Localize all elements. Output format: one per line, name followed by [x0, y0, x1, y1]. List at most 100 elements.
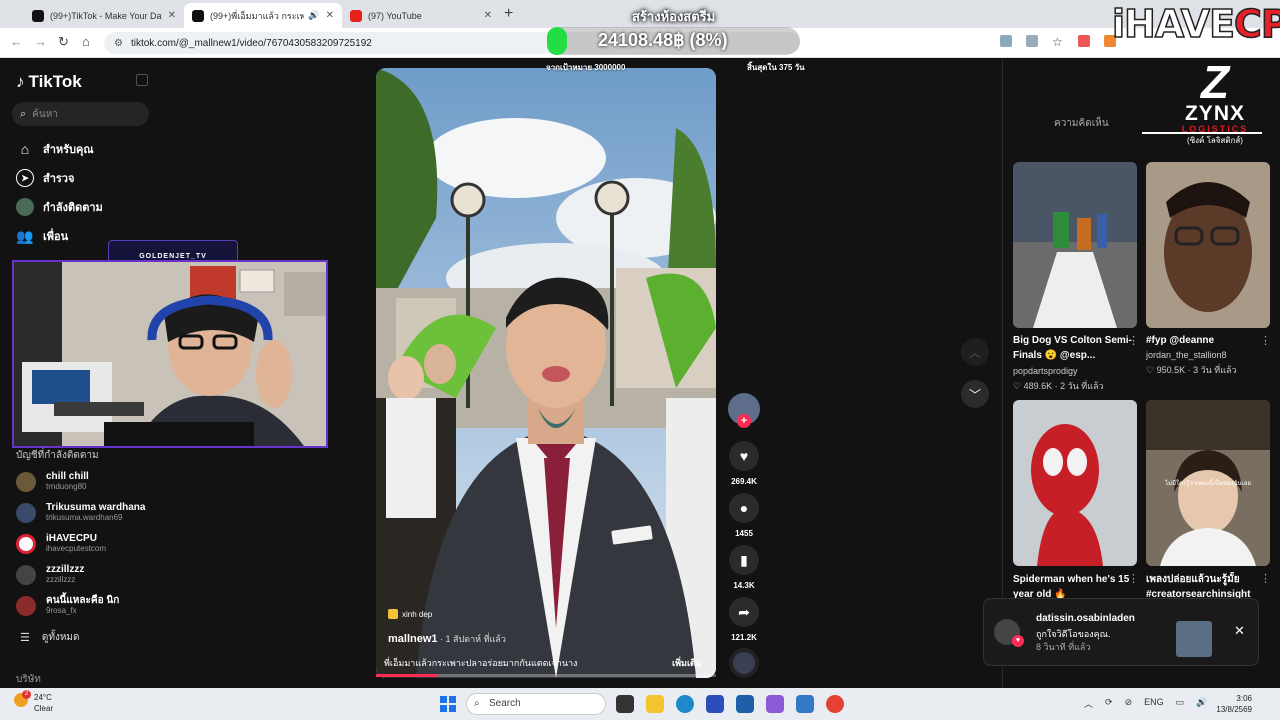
overlay-title: สร้างห้องสตรีม — [632, 9, 716, 24]
caption-more-button[interactable]: เพิ่มเติม — [672, 656, 702, 670]
network-icon[interactable]: ⟳ — [1105, 697, 1113, 710]
extension-icon[interactable] — [1078, 35, 1090, 47]
following-account-item[interactable]: iHAVECPU ihavecputestcom — [16, 533, 106, 554]
tab-label: (99+)พี่เอ็มมาแล้ว กระเพราะปลา — [210, 10, 305, 21]
notification-time: 8 วินาที ที่แล้ว — [1036, 642, 1091, 652]
taskbar-search[interactable]: ⌕ Search — [466, 693, 606, 715]
clock-time: 3:06 — [1236, 694, 1252, 703]
back-icon[interactable]: ← — [10, 34, 23, 49]
app-icon[interactable] — [706, 695, 724, 713]
extension-icons: ☆ — [1000, 35, 1116, 49]
cast-icon[interactable] — [1026, 35, 1038, 47]
like-count: 269.4K — [731, 477, 757, 486]
related-video-title[interactable]: #fyp @deanne — [1146, 333, 1270, 348]
share-button[interactable]: ➦ — [729, 597, 759, 627]
following-account-item[interactable]: Trikusuma wardhana trikusuma.wardhan69 — [16, 502, 145, 523]
nav-following[interactable]: กำลังติดตาม — [16, 198, 103, 216]
related-video-title[interactable]: Big Dog VS Colton Semi-Finals 😮 @esp... — [1013, 333, 1137, 363]
comment-button[interactable]: ● — [729, 493, 759, 523]
previous-video-button[interactable]: ︿ — [961, 338, 989, 366]
related-video-card[interactable] — [1013, 162, 1137, 328]
new-tab-button[interactable]: + — [504, 5, 513, 23]
donation-progress-fill — [547, 27, 567, 55]
windows-taskbar: 2 24°C Clear ⌕ Search ︿ ⟳ ⊘ ENG ▭ 🔊 3:06 … — [0, 688, 1280, 720]
search-input[interactable]: ⌕ ค้นหา — [12, 102, 149, 126]
video-player[interactable] — [376, 68, 716, 678]
speaker-icon[interactable]: 🔊 — [308, 10, 319, 21]
account-name: zzzillzzz — [46, 564, 85, 575]
music-disc-icon[interactable] — [729, 648, 759, 678]
monitor-icon[interactable]: ▭ — [1176, 697, 1185, 710]
translate-icon[interactable] — [1000, 35, 1012, 47]
account-name: คนนี้แหละคือ นิก — [46, 595, 120, 606]
home-icon[interactable]: ⌂ — [82, 34, 90, 49]
site-info-icon[interactable]: ⚙ — [114, 38, 123, 49]
video-overlay-caption: ไม่มีใครรู้ว่าเพลงนี้เป็นของฉันเลย — [1165, 481, 1251, 487]
chrome-icon[interactable] — [826, 695, 844, 713]
video-effect-tag[interactable]: xinh dep — [388, 609, 432, 619]
nav-for-you[interactable]: ⌂ สำหรับคุณ — [16, 140, 94, 158]
volume-icon[interactable]: 🔊 — [1196, 697, 1207, 710]
account-handle: trnduong80 — [46, 482, 87, 491]
tab-tiktok-video[interactable]: (99+)พี่เอ็มมาแล้ว กระเพราะปลา 🔊 ✕ — [184, 3, 342, 28]
nav-explore[interactable]: ➤ สำรวจ — [16, 169, 74, 187]
heart-icon: ♥ — [739, 448, 749, 464]
more-options-icon[interactable]: ⋮ — [1260, 334, 1271, 347]
taskbar-search-label: Search — [489, 698, 521, 709]
related-video-author[interactable]: popdartsprodigy — [1013, 366, 1078, 376]
tiktok-logo[interactable]: ♪ TikTok — [16, 72, 82, 92]
following-header: บัญชีที่กำลังติดตาม — [16, 450, 99, 461]
app-icon[interactable] — [796, 695, 814, 713]
following-account-item[interactable]: คนนี้แหละคือ นิก 9rosa_fx — [16, 595, 119, 616]
mute-icon[interactable]: ⊘ — [1125, 697, 1133, 710]
tab-close-icon[interactable]: ✕ — [168, 10, 176, 21]
like-notification-toast[interactable]: ♥ datissin.osabinladen ถูกใจวิดีโอของคุณ… — [983, 598, 1259, 666]
sponsor-logo: Z ZYNX LOGISTICS (ซิงค์ โลจิสติกส์) — [1168, 59, 1262, 147]
related-video-card[interactable] — [1146, 162, 1270, 328]
notification-message: ถูกใจวิดีโอของคุณ. — [1036, 629, 1111, 639]
nav-friends[interactable]: 👥 เพื่อน — [16, 227, 68, 245]
related-video-title[interactable]: Spiderman when he's 15 year old 🔥 — [1013, 572, 1137, 600]
copilot-icon[interactable] — [766, 695, 784, 713]
weather-temp: 24°C — [34, 693, 52, 702]
company-link[interactable]: บริษัท — [16, 672, 41, 687]
following-account-item[interactable]: chill chill trnduong80 — [16, 471, 89, 492]
close-icon[interactable]: ✕ — [1234, 623, 1245, 639]
tab-close-icon[interactable]: ✕ — [484, 10, 492, 21]
see-all-label: ดูทั้งหมด — [41, 632, 80, 643]
more-options-icon[interactable]: ⋮ — [1128, 572, 1139, 585]
reload-icon[interactable]: ↻ — [58, 34, 69, 50]
tab-close-icon[interactable]: ✕ — [326, 10, 334, 21]
more-options-icon[interactable]: ⋮ — [1128, 334, 1139, 347]
follow-plus-button[interactable]: + — [737, 414, 751, 428]
edge-icon[interactable] — [676, 695, 694, 713]
related-video-author[interactable]: jordan_the_stallion8 — [1146, 350, 1227, 360]
windows-start-icon[interactable] — [440, 696, 456, 712]
video-author[interactable]: mallnew1 · 1 สัปดาห์ ที่แล้ว — [388, 632, 506, 646]
chevron-down-icon: ﹀ — [968, 387, 981, 402]
bookmark-star-icon[interactable]: ☆ — [1052, 35, 1064, 49]
forward-icon[interactable]: → — [34, 34, 47, 49]
video-progress-bar[interactable] — [376, 674, 716, 677]
see-all-following[interactable]: ☰ ดูทั้งหมด — [20, 630, 80, 645]
chevron-up-icon[interactable]: ︿ — [1084, 697, 1093, 710]
task-view-icon[interactable] — [616, 695, 634, 713]
more-options-icon[interactable]: ⋮ — [1260, 572, 1271, 585]
related-video-card[interactable]: ไม่มีใครรู้ว่าเพลงนี้เป็นของฉันเลย — [1146, 400, 1270, 566]
tab-comments[interactable]: ความคิดเห็น — [1054, 116, 1109, 131]
tab-tiktok-home[interactable]: (99+)TikTok - Make Your Day ✕ — [24, 3, 184, 28]
language-indicator[interactable]: ENG — [1144, 697, 1164, 710]
tab-youtube[interactable]: (97) YouTube ✕ — [342, 3, 500, 28]
related-video-title[interactable]: เพลงปล่อยแล้วนะรู้มั้ย #creatorsearchins… — [1146, 572, 1270, 600]
collapse-sidebar-icon[interactable] — [136, 74, 148, 86]
like-button[interactable]: ♥ — [729, 441, 759, 471]
save-button[interactable]: ▮ — [729, 545, 759, 575]
store-icon[interactable] — [736, 695, 754, 713]
share-count: 121.2K — [731, 633, 757, 642]
avatar — [16, 533, 36, 554]
taskbar-clock[interactable]: 3:06 13/8/2569 — [1216, 693, 1252, 715]
following-account-item[interactable]: zzzillzzz zzzillzzz — [16, 564, 84, 585]
related-video-card[interactable] — [1013, 400, 1137, 566]
next-video-button[interactable]: ﹀ — [961, 380, 989, 408]
file-explorer-icon[interactable] — [646, 695, 664, 713]
